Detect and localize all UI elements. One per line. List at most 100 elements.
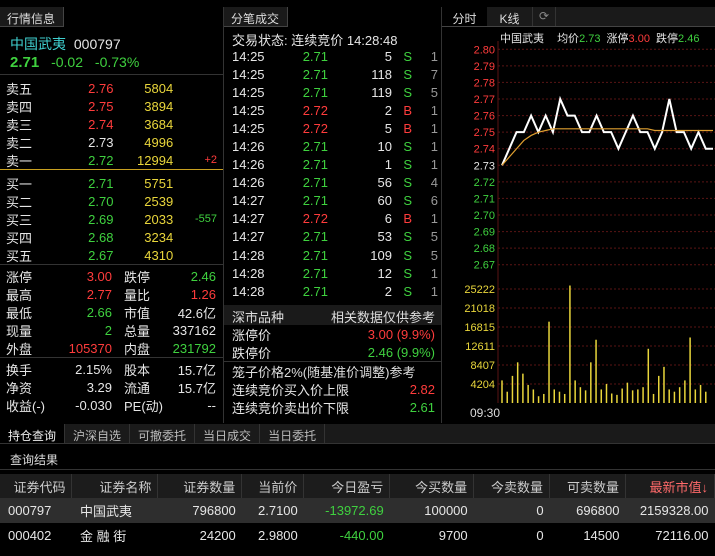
stats-row: 现量 2 总量 337162: [0, 321, 223, 339]
order-volume: 4996: [144, 134, 174, 150]
column-header[interactable]: 证券名称: [71, 474, 159, 498]
table-cell: 000797: [0, 498, 72, 523]
tab-kline[interactable]: K线: [487, 7, 532, 26]
trade-time: 14:26: [232, 157, 265, 173]
volume-tick-label: 12611: [465, 341, 495, 353]
order-price[interactable]: 2.69: [46, 212, 113, 227]
order-price[interactable]: 2.67: [46, 248, 113, 263]
bids-row: 买一 2.71 5751: [0, 174, 223, 192]
trade-time: 14:25: [232, 66, 265, 82]
order-price[interactable]: 2.73: [46, 135, 113, 150]
order-price[interactable]: 2.68: [46, 230, 113, 245]
trade-time: 14:25: [232, 84, 265, 100]
order-price[interactable]: 2.70: [46, 194, 113, 209]
order-label: 买四: [6, 230, 33, 246]
price-tick-label: 2.79: [474, 61, 495, 73]
trade-time: 14:28: [232, 283, 265, 299]
table-cell: 金 融 街: [79, 529, 127, 544]
trades-tab[interactable]: 分笔成交: [224, 7, 288, 27]
intraday-chart[interactable]: 2.80 2.79 2.78 2.77 2.76 2.75 2.74 2.73 2.72 2.71…: [442, 41, 715, 421]
trade-volume: 2: [384, 283, 392, 299]
volume-tick-label: 4204: [471, 379, 495, 391]
order-volume: 5751: [144, 175, 174, 191]
asks-row: 卖二 2.73 4996: [0, 133, 223, 151]
trade-count: 5: [430, 247, 438, 263]
trade-row: 14:27 2.72 6 B 1: [224, 210, 441, 228]
trade-volume: 60: [377, 193, 392, 209]
series-line-0: [501, 95, 713, 166]
column-header[interactable]: 可卖数量: [549, 474, 626, 498]
tab-bottom-2[interactable]: 可撤委托: [130, 424, 196, 443]
table-row[interactable]: 000402 金 融 街 24200 2.9800 -440.00 9700 0 14500 7…: [0, 523, 715, 548]
column-header[interactable]: 最新市值↓: [625, 474, 715, 498]
order-price[interactable]: 2.76: [46, 81, 113, 96]
trade-volume: 12: [377, 265, 392, 281]
price-tick-label: 2.75: [474, 127, 495, 139]
stock-code: 000797: [73, 36, 121, 52]
order-volume: 2033: [144, 211, 174, 227]
table-row[interactable]: 000797 中国武夷 796800 2.7100 -13972.69 100000 0 69…: [0, 498, 715, 523]
bids-row: 买二 2.70 2539: [0, 192, 223, 210]
column-header[interactable]: 今日盈亏: [303, 474, 391, 498]
trade-side: B: [403, 102, 412, 118]
asks-row: 卖一 2.72 12994 +2: [0, 151, 223, 169]
trade-count: 4: [430, 175, 438, 191]
trade-side: S: [403, 247, 412, 263]
stat-value: 2.77: [86, 286, 112, 302]
trade-count: 1: [430, 265, 438, 281]
order-volume: 12994: [137, 152, 174, 168]
order-price[interactable]: 2.71: [46, 176, 113, 191]
limit-row: 跌停价 2.46 (9.9%): [224, 343, 441, 361]
column-header[interactable]: 今买数量: [389, 474, 475, 498]
order-diff: -557: [194, 213, 217, 225]
volume-tick-label: 25222: [464, 284, 495, 296]
table-cell: 2159328.00: [625, 498, 715, 523]
board-label: 深市品种: [232, 310, 285, 326]
trades-panel: 分笔成交 交易状态: 连续竞价 14:28:48 14:25 2.71 5 S 1 14:…: [224, 7, 442, 423]
tab-bottom-1[interactable]: 沪深自选: [65, 424, 131, 443]
trade-side: S: [403, 229, 412, 245]
stat-label: 股本: [124, 362, 151, 378]
trade-time: 14:28: [232, 265, 265, 281]
stat-label: 量比: [124, 287, 151, 303]
series-line-1: [501, 128, 713, 166]
trade-row: 14:25 2.71 5 S 1: [224, 47, 441, 65]
order-price[interactable]: 2.75: [46, 99, 113, 114]
trade-row: 14:25 2.72 5 B 1: [224, 119, 441, 137]
order-price[interactable]: 2.74: [46, 117, 113, 132]
tab-intraday[interactable]: 分时: [442, 7, 487, 26]
column-header[interactable]: 今卖数量: [473, 474, 551, 498]
stat-value: 2.15%: [75, 361, 112, 377]
volume-tick-label: 8407: [471, 360, 495, 372]
trade-price: 2.71: [302, 157, 328, 173]
tab-bottom-0[interactable]: 持仓查询: [0, 424, 66, 443]
column-header[interactable]: 证券代码: [0, 474, 73, 498]
stat-value: 3.00: [86, 268, 112, 284]
order-label: 卖一: [6, 153, 33, 169]
stat-value: 1.26: [190, 286, 216, 302]
quote-tab[interactable]: 行情信息: [0, 7, 64, 27]
order-diff: +2: [204, 154, 217, 166]
trade-time: 14:26: [232, 175, 265, 191]
order-label: 卖二: [6, 135, 33, 151]
trade-count: 1: [430, 157, 438, 173]
order-price[interactable]: 2.72: [46, 153, 113, 168]
limit-row: 涨停价 3.00 (9.9%): [224, 325, 441, 343]
stat-value: 231792: [172, 340, 216, 356]
refresh-icon[interactable]: ⟳: [532, 7, 556, 26]
cage-note: 笼子价格2%(随基准价调整)参考: [232, 364, 416, 380]
tab-bottom-4[interactable]: 当日委托: [260, 424, 326, 443]
trade-price: 2.71: [302, 229, 328, 245]
last-price: 2.71: [10, 54, 40, 71]
trade-count: 1: [430, 48, 438, 64]
column-header[interactable]: 当前价: [241, 474, 305, 498]
table-cell: 中国武夷: [71, 498, 158, 523]
trade-row: 14:25 2.71 119 S 5: [224, 83, 441, 101]
trade-volume: 53: [377, 229, 392, 245]
price-tick-label: 2.70: [474, 210, 495, 222]
stats2-row: 换手 2.15% 股本 15.7亿: [0, 360, 223, 378]
column-header[interactable]: 证券数量: [157, 474, 243, 498]
stat-value: 2.46: [190, 268, 216, 284]
stat-label: 市值: [124, 305, 151, 321]
tab-bottom-3[interactable]: 当日成交: [195, 424, 261, 443]
